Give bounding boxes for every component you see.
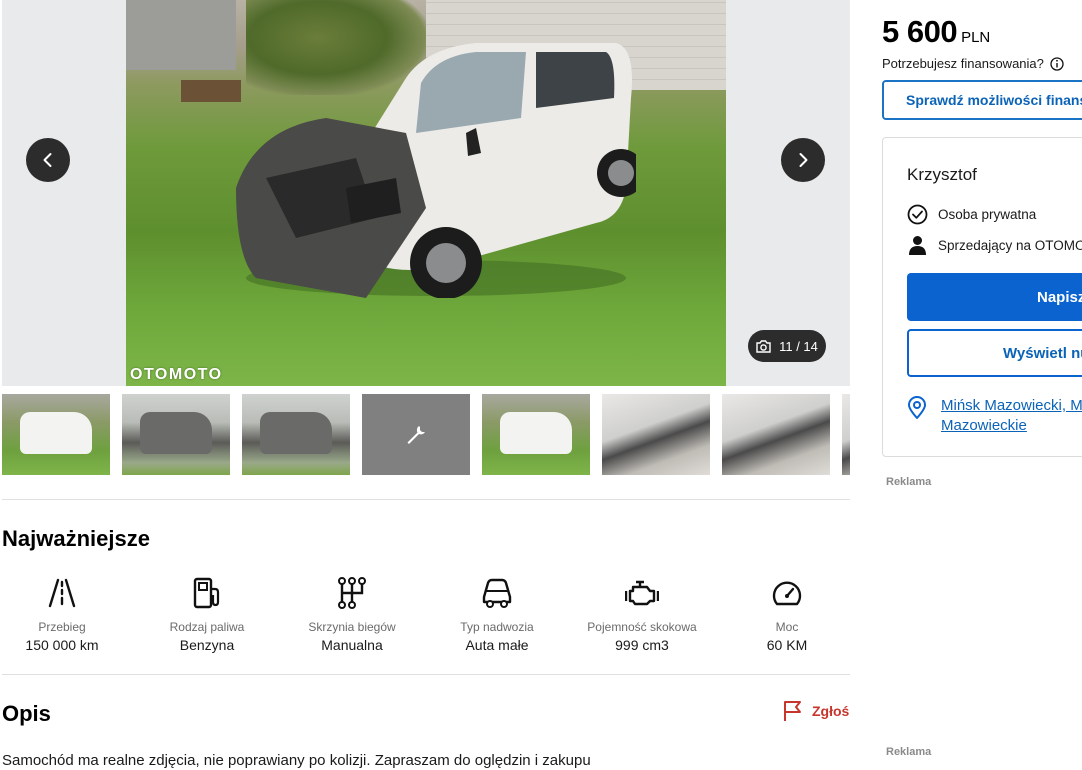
chevron-right-icon <box>799 153 808 167</box>
thumbnail-2[interactable] <box>122 394 230 475</box>
report-button[interactable]: Zgłoś <box>782 700 849 722</box>
spec-label: Pojemność skokowa <box>587 620 697 634</box>
spec-mileage: Przebieg 150 000 km <box>0 574 135 653</box>
spec-value: Manualna <box>321 637 383 653</box>
seller-since-text: Sprzedający na OTOMOTO od <box>938 238 1082 253</box>
seller-location[interactable]: Mińsk Mazowiecki, Mińsk Mazowieckie <box>907 396 1082 436</box>
financing-question: Potrzebujesz finansowania? <box>882 56 1064 71</box>
previous-photo-button[interactable] <box>26 138 70 182</box>
photo-gallery: OTOMOTO 11 / 14 <box>2 0 850 386</box>
thumbnail-4[interactable] <box>362 394 470 475</box>
chevron-left-icon <box>43 153 52 167</box>
spec-label: Moc <box>775 620 799 634</box>
location-line-2[interactable]: Mazowieckie <box>941 416 1082 436</box>
write-message-button[interactable]: Napisz <box>907 273 1082 321</box>
description-text: Samochód ma realne zdjęcia, nie poprawia… <box>2 752 591 769</box>
section-title-highlights: Najważniejsze <box>2 526 150 551</box>
thumbnail-car-shape <box>140 412 212 454</box>
spec-label: Skrzynia biegów <box>308 620 396 634</box>
next-photo-button[interactable] <box>781 138 825 182</box>
seller-card: Krzysztof Osoba prywatna Sprzedający na … <box>882 137 1082 457</box>
photo-counter[interactable]: 11 / 14 <box>748 330 826 362</box>
thumbnail-7[interactable] <box>722 394 830 475</box>
spec-value: 60 KM <box>766 637 808 653</box>
section-title-description: Opis <box>2 701 51 726</box>
thumbnail-car-shape <box>20 412 92 454</box>
seller-type: Osoba prywatna <box>907 204 1036 225</box>
fuel-pump-icon <box>193 577 220 609</box>
info-icon[interactable] <box>1050 56 1064 71</box>
divider <box>2 674 850 675</box>
show-phone-button[interactable]: Wyświetl numer <box>907 329 1082 377</box>
spec-engine-capacity: Pojemność skokowa 999 cm3 <box>569 574 715 653</box>
location-line-1[interactable]: Mińsk Mazowiecki, Mińsk <box>941 396 1082 416</box>
ad-label: Reklama <box>886 476 932 488</box>
report-label: Zgłoś <box>812 703 850 719</box>
background-shed <box>126 0 236 70</box>
check-circle-icon <box>907 204 928 225</box>
flag-icon <box>784 701 801 721</box>
damaged-car-illustration <box>236 43 636 298</box>
thumbnail-3[interactable] <box>242 394 350 475</box>
price-amount: 5 600 <box>882 14 958 49</box>
background-bench <box>181 80 241 102</box>
seller-type-text: Osoba prywatna <box>938 207 1037 222</box>
thumbnail-1[interactable] <box>2 394 110 475</box>
spec-label: Rodzaj paliwa <box>169 620 245 634</box>
thumbnail-5[interactable] <box>482 394 590 475</box>
spec-value: Auta małe <box>465 637 529 653</box>
spec-body-type: Typ nadwozia Auta małe <box>424 574 570 653</box>
spec-value: 150 000 km <box>25 637 99 653</box>
otomoto-watermark: OTOMOTO <box>130 366 223 383</box>
thumbnail-strip <box>2 394 850 475</box>
speedometer-icon <box>772 581 802 606</box>
thumbnail-car-shape <box>260 412 332 454</box>
spec-label: Przebieg <box>38 620 86 634</box>
spec-gearbox: Skrzynia biegów Manualna <box>279 574 425 653</box>
location-text[interactable]: Mińsk Mazowiecki, Mińsk Mazowieckie <box>941 396 1082 436</box>
engine-icon <box>625 580 659 606</box>
car-body-icon <box>482 578 512 608</box>
thumbnail-car-shape <box>500 412 572 454</box>
camera-icon <box>756 339 771 353</box>
thumbnail-6[interactable] <box>602 394 710 475</box>
gearbox-icon <box>338 577 366 609</box>
main-photo[interactable]: OTOMOTO <box>126 0 726 386</box>
spec-power: Moc 60 KM <box>714 574 860 653</box>
photo-counter-text: 11 / 14 <box>779 338 818 354</box>
user-icon <box>909 236 926 255</box>
location-pin-icon <box>908 396 926 419</box>
spec-value: Benzyna <box>179 637 235 653</box>
seller-since: Sprzedający na OTOMOTO od <box>907 235 1082 256</box>
road-icon <box>48 578 76 608</box>
spec-fuel-type: Rodzaj paliwa Benzyna <box>134 574 280 653</box>
ad-label: Reklama <box>886 746 932 758</box>
financing-question-text: Potrzebujesz finansowania? <box>882 56 1044 71</box>
price: 5 600 PLN <box>882 14 990 50</box>
spec-label: Typ nadwozia <box>460 620 534 634</box>
check-financing-button[interactable]: Sprawdź możliwości finansowania <box>882 80 1082 120</box>
divider <box>2 499 850 500</box>
wrench-icon <box>407 425 425 444</box>
thumbnail-8[interactable] <box>842 394 850 475</box>
spec-value: 999 cm3 <box>615 637 669 653</box>
seller-name: Krzysztof <box>907 165 977 184</box>
price-currency: PLN <box>961 29 991 46</box>
